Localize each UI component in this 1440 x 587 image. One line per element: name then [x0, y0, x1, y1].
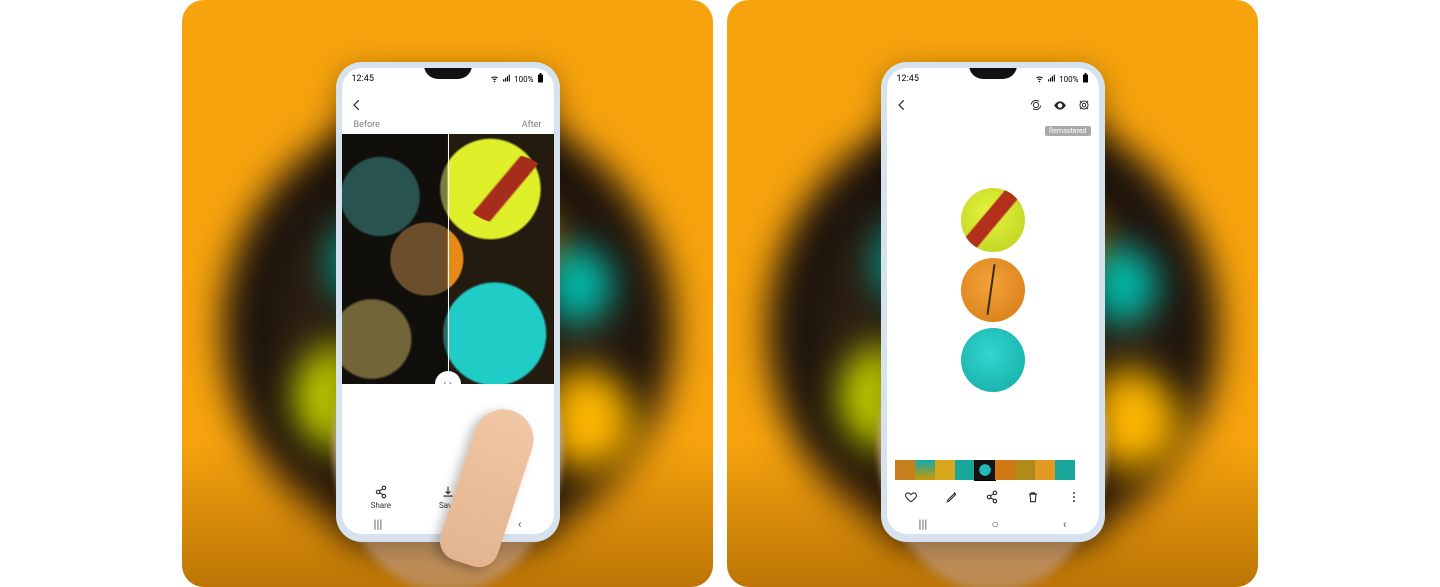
macaron-cyan [961, 328, 1025, 392]
back-icon[interactable] [350, 98, 364, 112]
thumb[interactable] [1035, 460, 1055, 480]
clock: 12:45 [897, 74, 919, 84]
nav-home[interactable]: ○ [991, 517, 998, 531]
phone-mockup-left: 12:45 100% [336, 62, 560, 542]
nav-bar: ||| ○ ‹ [887, 514, 1099, 534]
remaster-icon[interactable] [1029, 98, 1043, 112]
thumb[interactable] [955, 460, 975, 480]
compare-divider[interactable] [448, 134, 449, 384]
edit-button[interactable] [945, 490, 959, 504]
promo-panel-object-eraser: 12:45 100% [727, 0, 1258, 587]
battery-text: 100% [1059, 75, 1078, 84]
compare-labels: Before After [342, 120, 554, 134]
status-icons: 100% [490, 73, 543, 85]
app-bar [342, 90, 554, 120]
remastered-badge: Remastered [1045, 126, 1091, 136]
photo-canvas[interactable]: Remastered [887, 120, 1099, 460]
phone-screen: 12:45 100% [887, 68, 1099, 534]
thumb[interactable] [1055, 460, 1075, 480]
thumb[interactable] [1015, 460, 1035, 480]
signal-icon [502, 74, 511, 85]
before-after-compare[interactable]: ‹ › [342, 134, 554, 384]
battery-text: 100% [514, 75, 533, 84]
nav-back[interactable]: ‹ [1063, 517, 1067, 531]
promo-panel-remaster-compare: 12:45 100% [182, 0, 713, 587]
nav-back[interactable]: ‹ [518, 517, 522, 531]
nav-recents[interactable]: ||| [919, 517, 928, 531]
wifi-icon [490, 74, 499, 85]
after-label: After [522, 120, 542, 130]
nav-recents[interactable]: ||| [374, 517, 383, 531]
more-button[interactable] [1067, 490, 1081, 504]
object-eraser-icon[interactable] [1077, 98, 1091, 112]
battery-icon [1082, 73, 1089, 85]
eye-icon[interactable] [1053, 98, 1067, 112]
thumbnail-strip[interactable] [887, 460, 1099, 480]
share-icon [374, 485, 388, 499]
battery-icon [537, 73, 544, 85]
favorite-button[interactable] [904, 490, 918, 504]
macaron-yellow [961, 188, 1025, 252]
status-icons: 100% [1035, 73, 1088, 85]
thumb-current[interactable] [975, 460, 995, 480]
share-button[interactable]: Share [348, 485, 415, 510]
phone-mockup-right: 12:45 100% [881, 62, 1105, 542]
signal-icon [1047, 74, 1056, 85]
bottom-action-bar: Share Save [342, 477, 554, 514]
wifi-icon [1035, 74, 1044, 85]
macaron-orange [961, 258, 1025, 322]
thumb[interactable] [915, 460, 935, 480]
clock: 12:45 [352, 74, 374, 84]
thumb[interactable] [895, 460, 915, 480]
share-button[interactable] [985, 490, 999, 504]
gallery-action-row [887, 480, 1099, 514]
thumb[interactable] [995, 460, 1015, 480]
share-label: Share [371, 501, 391, 510]
before-label: Before [354, 120, 380, 130]
thumb[interactable] [935, 460, 955, 480]
app-bar [887, 90, 1099, 120]
promo-canvas: 12:45 100% [0, 0, 1440, 587]
delete-button[interactable] [1026, 490, 1040, 504]
back-icon[interactable] [895, 98, 909, 112]
